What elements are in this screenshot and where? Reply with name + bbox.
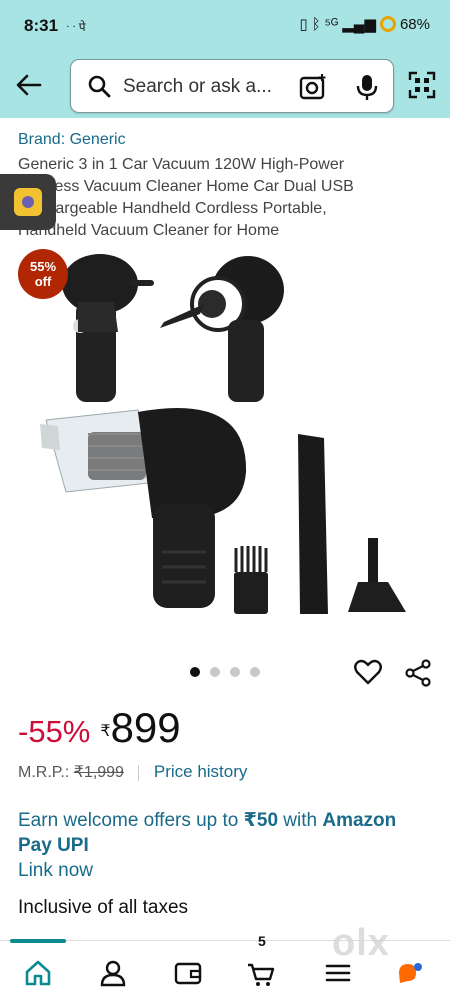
bluetooth-icon: ᛒ xyxy=(311,15,321,33)
microphone-icon[interactable] xyxy=(356,73,378,101)
vacuum-main-view xyxy=(40,408,247,608)
search-input[interactable]: Search or ask a... xyxy=(70,59,394,113)
cart-icon[interactable] xyxy=(247,959,275,987)
price-row: -55% ₹899 xyxy=(18,704,181,760)
carousel-dot[interactable] xyxy=(190,667,200,677)
discount-badge-off: off xyxy=(34,274,52,289)
battery-icon xyxy=(379,16,396,32)
vacuum-front-view xyxy=(160,256,284,402)
discount-percentage: -55% xyxy=(18,714,91,749)
status-notifications: ᐧ ᐧ पे xyxy=(66,20,86,34)
status-right: ▯ ᛒ ⁵ᴳ ▂▄▆ 68% xyxy=(299,15,430,34)
divider xyxy=(138,764,140,781)
account-icon[interactable] xyxy=(99,959,127,987)
heart-icon[interactable] xyxy=(354,659,382,685)
currency-symbol: ₹ xyxy=(100,722,111,740)
brush-attachment xyxy=(234,546,268,614)
mrp-row: M.R.P.: ₹1,999 Price history xyxy=(18,762,247,782)
share-icon[interactable] xyxy=(404,659,432,687)
mrp-label: M.R.P.: xyxy=(18,764,70,781)
product-image[interactable] xyxy=(28,242,428,632)
wallet-icon[interactable] xyxy=(174,959,202,987)
rufus-icon[interactable] xyxy=(396,959,424,987)
discount-badge-percent: 55% xyxy=(29,259,57,274)
status-time: 8:31 xyxy=(24,16,59,35)
brand-link[interactable]: Brand: Generic xyxy=(18,131,126,149)
nav-active-indicator xyxy=(10,939,66,943)
offer-prefix: Earn welcome offers up to xyxy=(18,810,244,831)
offer-middle: with xyxy=(278,810,323,831)
barcode-scan-icon[interactable] xyxy=(408,71,436,99)
carousel-dot[interactable] xyxy=(230,667,240,677)
discount-badge: 55% off xyxy=(18,249,68,299)
carousel-dot[interactable] xyxy=(250,667,260,677)
assistant-icon xyxy=(14,188,42,216)
offer-amount: ₹50 xyxy=(243,810,279,831)
olx-watermark: olx xyxy=(332,922,390,964)
price-value: 899 xyxy=(110,704,181,751)
carousel-dot[interactable] xyxy=(210,667,220,677)
camera-lens-icon[interactable] xyxy=(299,73,327,101)
search-icon xyxy=(88,75,111,98)
crevice-nozzle-attachment xyxy=(298,434,328,614)
vibrate-icon: ▯ xyxy=(299,16,308,33)
home-icon[interactable] xyxy=(24,959,52,987)
cone-nozzle-attachment xyxy=(348,538,406,612)
link-now-link[interactable]: Link now xyxy=(18,860,93,881)
search-placeholder: Search or ask a... xyxy=(123,76,272,97)
price-history-link[interactable]: Price history xyxy=(154,762,248,781)
taxes-note: Inclusive of all taxes xyxy=(18,897,189,918)
product-title: Generic 3 in 1 Car Vacuum 120W High-Powe… xyxy=(18,156,354,239)
search-header: Search or ask a... xyxy=(0,52,450,118)
floating-assistant-button[interactable] xyxy=(0,174,56,230)
image-carousel-dots[interactable] xyxy=(190,667,260,677)
signal-icon: ▂▄▆ xyxy=(342,16,376,33)
status-bar: 8:31 ᐧ ᐧ पे ▯ ᛒ ⁵ᴳ ▂▄▆ 68% xyxy=(0,0,450,52)
mrp-value: ₹1,999 xyxy=(73,764,124,781)
cart-count: 5 xyxy=(258,933,266,949)
welcome-offer[interactable]: Earn welcome offers up to ₹50 with Amazo… xyxy=(18,808,433,883)
network-label: ⁵ᴳ xyxy=(324,15,339,33)
vacuum-side-view xyxy=(62,254,154,402)
battery-level: 68% xyxy=(399,15,430,33)
back-arrow-icon[interactable] xyxy=(14,70,44,100)
